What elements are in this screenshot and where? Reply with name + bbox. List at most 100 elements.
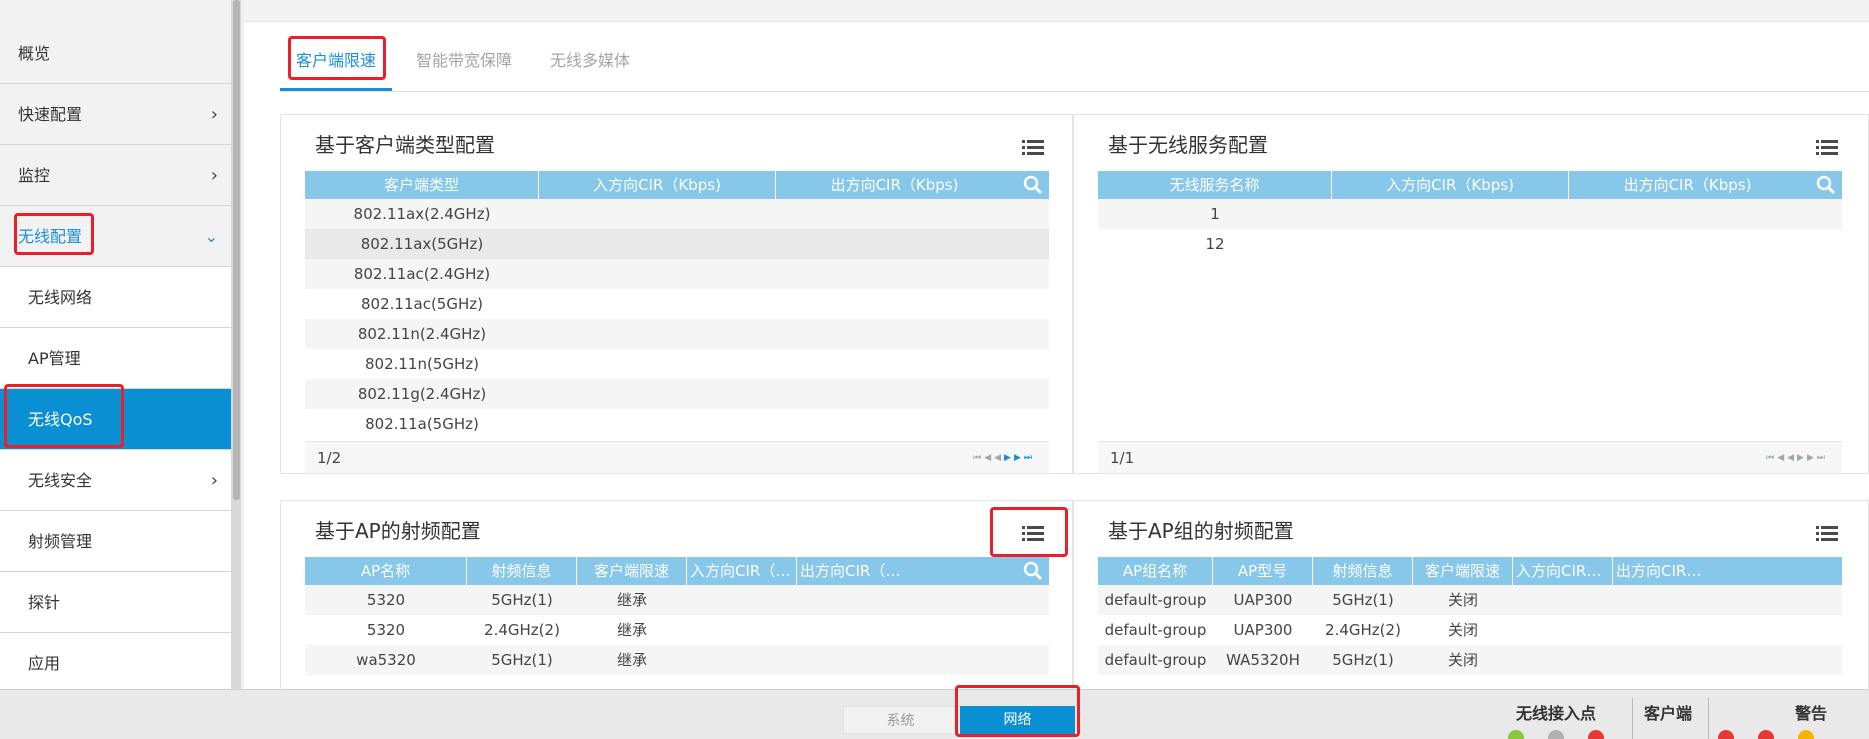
tab-divider [280, 91, 1869, 92]
table-row[interactable]: 1 [1098, 199, 1842, 229]
table-row[interactable]: 802.11n(2.4GHz) [305, 319, 1049, 349]
sidebar-item-quick-config[interactable]: 快速配置 › [0, 84, 231, 145]
page-indicator: 1/1 [1110, 449, 1135, 467]
sidebar-item-ap-management[interactable]: AP管理 [0, 328, 231, 389]
status-dot-icon [1798, 730, 1814, 739]
list-menu-icon[interactable] [1022, 526, 1044, 544]
search-icon[interactable] [1816, 175, 1836, 195]
column-header[interactable]: 射频信息 [467, 557, 577, 585]
list-menu-icon[interactable] [1816, 140, 1838, 158]
table-header: AP名称 射频信息 客户端限速 入方向CIR（Kbp... 出方向CIR（Kbp… [305, 557, 1049, 585]
sidebar-item-label: AP管理 [28, 349, 81, 368]
tab-client-rate-limit[interactable]: 客户端限速 [280, 36, 393, 92]
search-icon[interactable] [1023, 175, 1043, 195]
table-cell: default-group [1104, 621, 1207, 639]
panel-ap-group-radio: 基于AP组的射频配置 AP组名称 AP型号 射频信息 客户端限速 入方向CIR（… [1073, 500, 1869, 700]
status-dot-icon [1588, 730, 1604, 739]
table-cell: 802.11ax(5GHz) [360, 235, 484, 253]
column-header[interactable]: 入方向CIR（Kbps) [1332, 171, 1569, 199]
pager: 1/2 ⏮◀◀▶▶⏭ [305, 441, 1049, 473]
list-menu-icon[interactable] [1022, 140, 1044, 158]
bottom-tab-system[interactable]: 系统 [843, 706, 958, 734]
table-header: 客户端类型 入方向CIR（Kbps) 出方向CIR（Kbps) [305, 171, 1049, 199]
table-row[interactable]: 802.11ax(2.4GHz) [305, 199, 1049, 229]
status-dot-icon [1718, 730, 1734, 739]
table-cell: 5320 [366, 621, 406, 639]
sidebar-item-application[interactable]: 应用 [0, 633, 231, 689]
sidebar-item-overview[interactable]: 概览 [0, 23, 231, 84]
table-cell: 5GHz(1) [1332, 591, 1394, 609]
table-cell: wa5320 [356, 651, 416, 669]
sidebar-item-label: 无线配置 [18, 227, 83, 246]
column-header[interactable]: AP组名称 [1098, 557, 1213, 585]
column-header[interactable]: 出方向CIR（Kbps) [1569, 171, 1806, 199]
sidebar-item-wireless-qos[interactable]: 无线QoS [0, 389, 231, 450]
chevron-right-icon: › [210, 165, 218, 186]
table-row[interactable]: 802.11ac(5GHz) [305, 289, 1049, 319]
column-header[interactable]: 入方向CIR（K... [1513, 557, 1613, 585]
sidebar-item-label: 射频管理 [28, 532, 93, 551]
column-header[interactable]: 入方向CIR（Kbp... [687, 557, 797, 585]
chevron-right-icon: › [210, 104, 218, 125]
column-header[interactable]: 出方向CIR（Kbp... [797, 557, 913, 585]
sidebar-item-monitor[interactable]: 监控 › [0, 145, 231, 206]
pager-nav-icons[interactable]: ⏮◀◀▶▶⏭ [973, 442, 1035, 474]
panel-title: 基于无线服务配置 [1108, 133, 1268, 157]
table-row[interactable]: 802.11n(5GHz) [305, 349, 1049, 379]
table-row[interactable]: 5320 2.4GHz(2) 继承 [305, 615, 1049, 645]
column-header[interactable]: 无线服务名称 [1098, 171, 1332, 199]
wireless-service-table: 无线服务名称 入方向CIR（Kbps) 出方向CIR（Kbps) 1 12 [1098, 171, 1842, 259]
table-row[interactable]: 802.11ac(2.4GHz) [305, 259, 1049, 289]
column-header[interactable]: 客户端限速 [1413, 557, 1513, 585]
sidebar-item-wireless-security[interactable]: 无线安全 › [0, 450, 231, 511]
sidebar-item-label: 监控 [18, 166, 51, 185]
sidebar-item-probe[interactable]: 探针 [0, 572, 231, 633]
table-cell: default-group [1104, 591, 1207, 609]
table-row[interactable]: 5320 5GHz(1) 继承 [305, 585, 1049, 615]
bottom-tab-network[interactable]: 网络 [960, 706, 1075, 734]
column-header[interactable]: 客户端限速 [577, 557, 687, 585]
sidebar-item-radio-management[interactable]: 射频管理 [0, 511, 231, 572]
column-header[interactable]: AP型号 [1213, 557, 1313, 585]
panel-title: 基于AP组的射频配置 [1108, 519, 1294, 543]
column-header[interactable]: 出方向CIR（K... [1613, 557, 1713, 585]
panel-title: 基于客户端类型配置 [315, 133, 495, 157]
scrollbar-thumb[interactable] [233, 0, 240, 500]
main-content: 客户端限速 智能带宽保障 无线多媒体 基于客户端类型配置 客户端类型 入方向CI… [244, 22, 1869, 700]
column-header[interactable]: 客户端类型 [305, 171, 539, 199]
table-row[interactable]: wa5320 5GHz(1) 继承 [305, 645, 1049, 675]
table-cell: 关闭 [1447, 651, 1478, 669]
sidebar-scrollbar[interactable] [232, 0, 241, 689]
stat-alarms-label: 警告 [1795, 704, 1828, 723]
sidebar-item-label: 应用 [28, 654, 61, 673]
table-cell: 802.11ac(2.4GHz) [353, 265, 491, 283]
divider [1632, 698, 1633, 739]
table-row[interactable]: 802.11ax(5GHz) [305, 229, 1049, 259]
sidebar-item-wireless-network[interactable]: 无线网络 [0, 267, 231, 328]
tab-smart-bandwidth[interactable]: 智能带宽保障 [416, 36, 512, 92]
pager-nav-icons[interactable]: ⏮◀◀▶▶⏭ [1766, 442, 1828, 474]
column-header[interactable]: 出方向CIR（Kbps) [776, 171, 1013, 199]
table-row[interactable]: 802.11g(2.4GHz) [305, 379, 1049, 409]
table-header: AP组名称 AP型号 射频信息 客户端限速 入方向CIR（K... 出方向CIR… [1098, 557, 1842, 585]
table-cell: 继承 [616, 591, 647, 609]
breadcrumb-bar [244, 0, 1869, 22]
table-cell: 1 [1210, 205, 1220, 223]
column-header[interactable]: 入方向CIR（Kbps) [539, 171, 776, 199]
list-menu-icon[interactable] [1816, 526, 1838, 544]
table-cell: 5GHz(1) [1332, 651, 1394, 669]
table-cell: 2.4GHz(2) [1325, 621, 1401, 639]
table-row[interactable]: 12 [1098, 229, 1842, 259]
table-row[interactable]: default-group UAP300 2.4GHz(2) 关闭 [1098, 615, 1842, 645]
table-row[interactable]: 802.11a(5GHz) [305, 409, 1049, 439]
table-cell: 5320 [366, 591, 406, 609]
table-cell: 802.11n(2.4GHz) [357, 325, 487, 343]
stat-clients-label: 客户端 [1644, 704, 1693, 723]
column-header[interactable]: 射频信息 [1313, 557, 1413, 585]
search-icon[interactable] [1023, 561, 1043, 581]
sidebar-item-wireless-config[interactable]: 无线配置 ⌄ [0, 206, 231, 267]
tab-wireless-multimedia[interactable]: 无线多媒体 [550, 36, 630, 92]
table-row[interactable]: default-group WA5320H 5GHz(1) 关闭 [1098, 645, 1842, 675]
table-row[interactable]: default-group UAP300 5GHz(1) 关闭 [1098, 585, 1842, 615]
column-header[interactable]: AP名称 [305, 557, 467, 585]
